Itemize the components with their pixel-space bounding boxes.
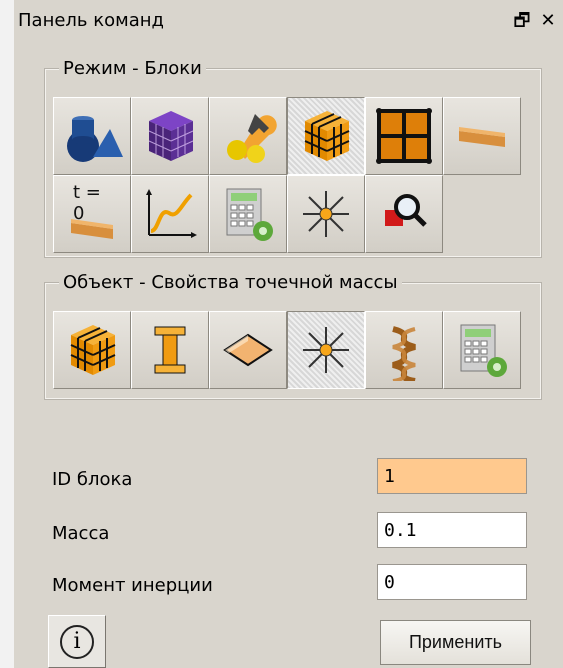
info-button[interactable]: i — [48, 615, 106, 668]
block-id-label: ID блока — [52, 469, 133, 490]
mode-beam-button[interactable] — [443, 97, 521, 175]
object-groupbox: Объект - Свойства точечной массы — [44, 271, 542, 400]
grid-blocks-icon — [373, 105, 435, 167]
panel-titlebar: Панель команд 🗗 ✕ — [14, 0, 563, 42]
mode-graph-button[interactable] — [131, 175, 209, 253]
beam-icon — [451, 105, 513, 167]
mode-primitives-button[interactable] — [53, 97, 131, 175]
object-i-beam-button[interactable] — [131, 311, 209, 389]
mode-grid-blocks-button[interactable] — [365, 97, 443, 175]
mode-buttons: t = 0 — [45, 69, 541, 257]
close-icon[interactable]: ✕ — [539, 12, 557, 30]
inertia-label: Момент инерции — [52, 575, 213, 596]
mode-groupbox: Режим - Блоки t = 0 — [44, 57, 542, 258]
calculator-icon — [451, 319, 513, 381]
object-block-cube-button[interactable] — [53, 311, 131, 389]
spring-icon — [373, 319, 435, 381]
restore-icon[interactable]: 🗗 — [513, 12, 531, 30]
shapes-icon — [61, 105, 123, 167]
mode-point-mass-button[interactable] — [287, 175, 365, 253]
object-point-mass-button[interactable] — [287, 311, 365, 389]
apply-button[interactable]: Применить — [380, 620, 531, 665]
info-icon: i — [60, 624, 94, 659]
mode-block-cube-button[interactable] — [287, 97, 365, 175]
command-panel: Панель команд 🗗 ✕ Режим - Блоки t = 0 Об… — [14, 0, 563, 668]
object-buttons — [45, 283, 541, 399]
panel-title: Панель команд — [18, 10, 164, 31]
block-cube-icon — [295, 105, 357, 167]
block-cube-icon — [61, 319, 123, 381]
object-plate-button[interactable] — [209, 311, 287, 389]
mass-input[interactable] — [377, 512, 527, 548]
inertia-input[interactable] — [377, 564, 527, 600]
plate-icon — [217, 319, 279, 381]
search-icon — [373, 183, 435, 245]
i-beam-icon — [139, 319, 201, 381]
mesh-cube-icon — [139, 105, 201, 167]
time-zero-label: t = 0 — [73, 182, 101, 224]
point-mass-icon — [295, 183, 357, 245]
mode-settings-tools-button[interactable] — [209, 97, 287, 175]
mode-mesh-cube-button[interactable] — [131, 97, 209, 175]
block-id-input[interactable] — [377, 458, 527, 494]
graph-icon — [139, 183, 201, 245]
point-mass-icon — [295, 319, 357, 381]
window-controls: 🗗 ✕ — [513, 12, 557, 30]
mass-label: Масса — [52, 523, 110, 544]
mode-calculator-button[interactable] — [209, 175, 287, 253]
object-spring-button[interactable] — [365, 311, 443, 389]
mode-search-zoom-button[interactable] — [365, 175, 443, 253]
object-calculator-button[interactable] — [443, 311, 521, 389]
mode-time-zero-button[interactable]: t = 0 — [53, 175, 131, 253]
wrench-icon — [217, 105, 279, 167]
calculator-icon — [217, 183, 279, 245]
